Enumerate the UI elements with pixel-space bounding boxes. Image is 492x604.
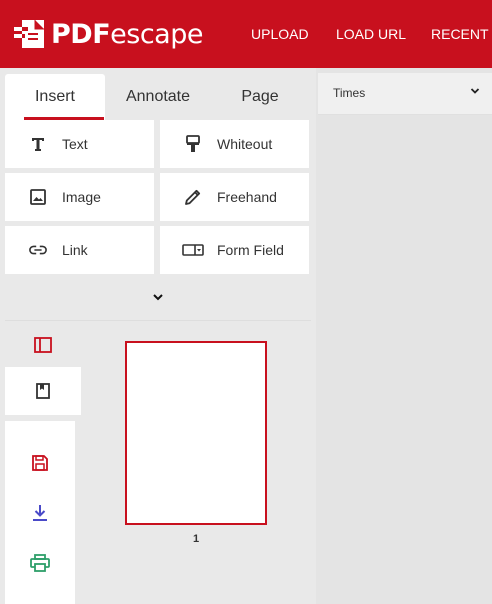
tab-insert[interactable]: Insert [5,74,105,120]
download-icon [33,505,47,521]
thumbnails-view-button[interactable] [5,321,81,369]
sidebar-icon [34,337,52,353]
tool-tabs: Insert Annotate Page [5,72,311,120]
chevron-down-icon [153,294,163,301]
page-number-label: 1 [192,533,200,545]
tool-whiteout[interactable]: Whiteout [160,120,309,168]
tab-page[interactable]: Page [210,74,310,120]
tool-whiteout-label: Whiteout [217,136,273,152]
bookmarks-view-button[interactable] [5,367,81,415]
tool-text-label: Text [62,136,88,152]
tool-image-label: Image [62,189,101,205]
page-thumbnail[interactable] [125,341,267,525]
image-icon [29,188,47,206]
printer-icon [30,554,50,572]
tool-link-label: Link [62,242,88,258]
download-button[interactable] [5,489,75,537]
text-icon [29,135,47,153]
save-icon [32,455,48,471]
tool-link[interactable]: Link [5,226,154,274]
tool-text[interactable]: Text [5,120,154,168]
app-header: PDFescape UPLOAD LOAD URL RECENT [0,0,492,68]
nav-recent[interactable]: RECENT [431,26,489,42]
bookmark-icon [36,383,50,399]
pencil-icon [184,188,202,206]
chevron-down-icon[interactable] [470,87,480,95]
tool-freehand[interactable]: Freehand [160,173,309,221]
thumbnail-panel: 1 [5,320,311,604]
tool-form-field[interactable]: Form Field [160,226,309,274]
top-nav: UPLOAD LOAD URL RECENT [0,0,492,68]
whiteout-icon [184,135,202,153]
form-field-icon [182,241,204,259]
insert-tools: Text Whiteout Image Freehand Link Form F… [5,120,311,314]
nav-load-url[interactable]: LOAD URL [336,26,406,42]
font-select[interactable]: Times [333,86,365,100]
file-actions [5,421,75,604]
save-button[interactable] [5,439,75,487]
tool-freehand-label: Freehand [217,189,277,205]
document-canvas[interactable] [318,115,492,604]
left-panel: Insert Annotate Page Text Whiteout Image [0,68,316,604]
tab-annotate[interactable]: Annotate [108,74,208,120]
expand-tools-button[interactable] [5,280,311,314]
link-icon [29,241,47,259]
print-button[interactable] [5,539,75,587]
font-toolbar: Times [318,73,492,115]
tool-form-field-label: Form Field [217,242,284,258]
nav-upload[interactable]: UPLOAD [251,26,309,42]
tool-image[interactable]: Image [5,173,154,221]
